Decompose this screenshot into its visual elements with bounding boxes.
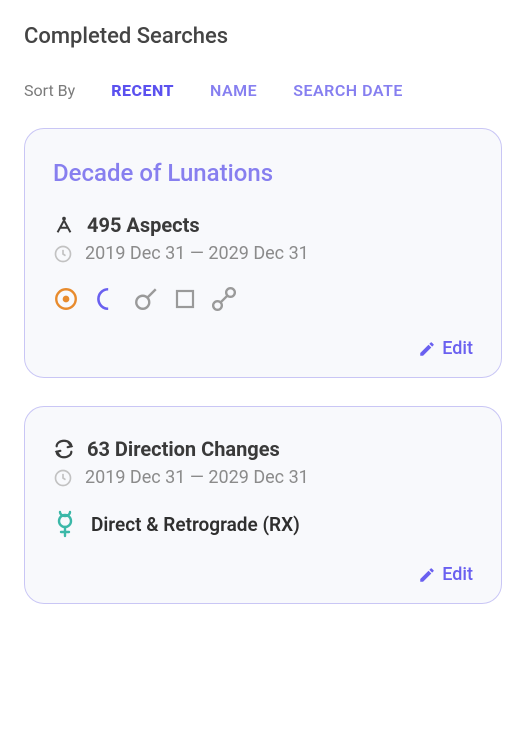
square-icon: [173, 287, 197, 311]
result-line: 63 Direction Changes: [53, 437, 473, 461]
page-title: Completed Searches: [24, 24, 502, 49]
cycle-icon: [53, 438, 75, 460]
pencil-icon: [418, 340, 436, 358]
compass-icon: [53, 214, 75, 236]
edit-button[interactable]: Edit: [418, 564, 473, 585]
card-footer: Edit: [53, 338, 473, 359]
sun-icon: [53, 286, 79, 312]
sort-option-recent[interactable]: RECENT: [111, 81, 174, 100]
pencil-icon: [418, 566, 436, 584]
edit-label: Edit: [442, 338, 473, 359]
result-count: 495 Aspects: [87, 213, 200, 237]
date-line: 2019 Dec 31 — 2029 Dec 31: [53, 243, 473, 264]
glyph-row: [53, 286, 473, 312]
sort-bar: Sort By RECENT NAME SEARCH DATE: [24, 81, 502, 100]
conjunction-icon: [133, 286, 159, 312]
result-line: 495 Aspects: [53, 213, 473, 237]
mercury-icon: [53, 510, 77, 538]
clock-icon: [53, 468, 73, 488]
date-range: 2019 Dec 31 — 2029 Dec 31: [85, 243, 309, 264]
sort-option-name[interactable]: NAME: [210, 81, 257, 100]
clock-icon: [53, 244, 73, 264]
sort-label: Sort By: [24, 81, 75, 100]
search-card[interactable]: 63 Direction Changes 2019 Dec 31 — 2029 …: [24, 406, 502, 604]
search-card[interactable]: Decade of Lunations 495 Aspects 2019 Dec…: [24, 128, 502, 378]
card-footer: Edit: [53, 564, 473, 585]
result-count: 63 Direction Changes: [87, 437, 280, 461]
date-line: 2019 Dec 31 — 2029 Dec 31: [53, 467, 473, 488]
sort-option-search-date[interactable]: SEARCH DATE: [293, 81, 403, 100]
moon-icon: [93, 286, 119, 312]
card-title: Decade of Lunations: [53, 159, 473, 187]
opposition-icon: [211, 286, 237, 312]
detail-text: Direct & Retrograde (RX): [91, 513, 300, 536]
edit-label: Edit: [442, 564, 473, 585]
detail-line: Direct & Retrograde (RX): [53, 510, 473, 538]
edit-button[interactable]: Edit: [418, 338, 473, 359]
date-range: 2019 Dec 31 — 2029 Dec 31: [85, 467, 309, 488]
